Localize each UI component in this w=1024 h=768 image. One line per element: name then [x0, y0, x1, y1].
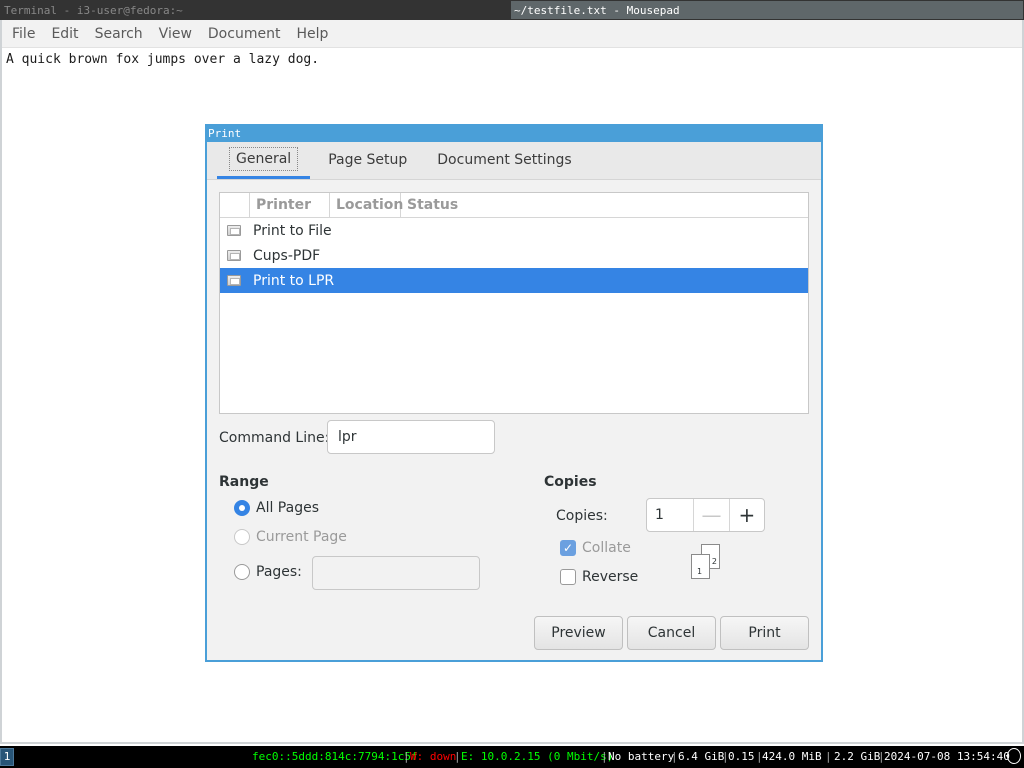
separator: | [601, 750, 608, 763]
status-bar: 1 fec0::5ddd:814c:7794:1c5f | W: down | … [0, 746, 1024, 768]
column-printer[interactable]: Printer [250, 193, 330, 217]
printer-icon [227, 250, 241, 261]
dialog-title: Print [207, 126, 821, 142]
collate-label: Collate [582, 540, 631, 556]
checkbox-icon [560, 569, 576, 585]
radio-pages-label: Pages: [256, 564, 302, 580]
menu-view[interactable]: View [151, 20, 200, 48]
printer-icon [227, 275, 241, 286]
column-icon[interactable] [220, 193, 250, 217]
tab-general-label: General [229, 146, 299, 171]
battery-status: No battery [608, 750, 675, 763]
tab-general[interactable]: General [217, 141, 311, 179]
page-1-icon: 1 [691, 554, 710, 579]
printer-name: Print to LPR [253, 272, 335, 289]
collate-checkbox[interactable]: ✓ Collate [560, 540, 631, 556]
disk-status: 6.4 GiB [678, 750, 725, 763]
radio-icon [234, 564, 250, 580]
ethernet-status: E: 10.0.2.15 (0 Mbit/s) [461, 750, 614, 763]
radio-checked-icon [234, 500, 250, 516]
text-editor[interactable]: A quick brown fox jumps over a lazy dog. [2, 48, 1022, 71]
command-line-input[interactable] [327, 420, 495, 454]
menu-edit[interactable]: Edit [43, 20, 86, 48]
ipv6-status: fec0::5ddd:814c:7794:1c5f [252, 750, 418, 763]
column-status[interactable]: Status [401, 193, 458, 217]
menubar: File Edit Search View Document Help [2, 20, 1022, 48]
copies-label: Copies: [556, 508, 608, 524]
copies-value[interactable]: 1 [647, 499, 693, 531]
printer-icon [227, 225, 241, 236]
print-dialog: Print General Page Setup Document Settin… [205, 124, 823, 662]
collate-pages-icon: 2 1 [691, 544, 723, 582]
window-title-bars: Terminal - i3-user@fedora:~ ~/testfile.t… [0, 0, 1024, 20]
separator: | [454, 750, 461, 763]
minus-icon[interactable]: — [693, 499, 728, 531]
tab-page-setup[interactable]: Page Setup [316, 141, 419, 179]
copies-heading: Copies [544, 474, 597, 490]
pages-input[interactable] [312, 556, 480, 590]
dialog-tabs: General Page Setup Document Settings [207, 142, 821, 180]
menu-file[interactable]: File [4, 20, 43, 48]
radio-current-page: Current Page [234, 529, 347, 545]
radio-all-pages[interactable]: All Pages [234, 500, 319, 516]
menu-help[interactable]: Help [288, 20, 336, 48]
tray-icon[interactable] [1007, 748, 1021, 764]
range-heading: Range [219, 474, 269, 490]
mousepad-title-tab[interactable]: ~/testfile.txt - Mousepad [510, 0, 1024, 20]
wifi-status: W: down [410, 750, 457, 763]
printer-row[interactable]: Print to File [220, 218, 808, 243]
terminal-title-tab[interactable]: Terminal - i3-user@fedora:~ [0, 0, 510, 20]
cancel-button[interactable]: Cancel [627, 616, 716, 650]
menu-document[interactable]: Document [200, 20, 289, 48]
memory-status: 424.0 MiB [762, 750, 822, 763]
datetime-status: 2024-07-08 13:54:40 [884, 750, 1010, 763]
print-button[interactable]: Print [720, 616, 809, 650]
radio-icon [234, 529, 250, 545]
printer-row-selected[interactable]: Print to LPR [220, 268, 808, 293]
radio-current-page-label: Current Page [256, 529, 347, 545]
tab-document-settings[interactable]: Document Settings [425, 141, 583, 179]
printer-list[interactable]: Printer Location Status Print to File Cu… [219, 192, 809, 414]
copies-spinbutton: 1 — + [646, 498, 765, 532]
printer-row[interactable]: Cups-PDF [220, 243, 808, 268]
reverse-label: Reverse [582, 569, 639, 585]
radio-pages[interactable]: Pages: [234, 564, 302, 580]
separator: | [671, 750, 678, 763]
column-location[interactable]: Location [330, 193, 403, 217]
preview-button[interactable]: Preview [534, 616, 623, 650]
plus-icon[interactable]: + [728, 499, 764, 531]
menu-search[interactable]: Search [87, 20, 151, 48]
printer-name: Print to File [253, 222, 332, 239]
command-line-label: Command Line: [219, 430, 330, 446]
separator: | [825, 750, 832, 763]
check-icon: ✓ [560, 540, 576, 556]
separator: | [403, 750, 410, 763]
workspace-button[interactable]: 1 [0, 748, 14, 766]
printer-list-header: Printer Location Status [220, 193, 808, 218]
swap-status: 2.2 GiB [834, 750, 881, 763]
radio-all-pages-label: All Pages [256, 500, 319, 516]
reverse-checkbox[interactable]: Reverse [560, 569, 638, 585]
printer-name: Cups-PDF [253, 247, 321, 264]
load-status: 0.15 [728, 750, 755, 763]
